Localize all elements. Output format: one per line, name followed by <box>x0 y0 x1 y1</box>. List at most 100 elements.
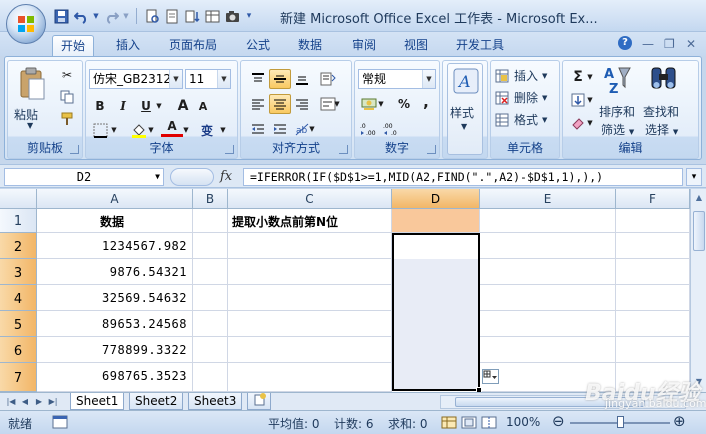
cell-e4[interactable] <box>480 285 616 311</box>
chevron-down-icon[interactable]: ▼ <box>218 120 228 140</box>
help-icon[interactable]: ? <box>618 36 632 50</box>
column-header-e[interactable]: E <box>480 189 616 209</box>
undo-icon[interactable] <box>72 7 90 25</box>
increase-decimal-icon[interactable]: .0.00 <box>358 119 380 139</box>
restore-icon[interactable]: ❐ <box>664 37 675 51</box>
zoom-out-icon[interactable]: ⊖ <box>552 412 565 430</box>
dialog-launcher-icon[interactable] <box>70 145 79 154</box>
row-header-4[interactable]: 4 <box>0 285 37 311</box>
tab-formulas[interactable]: 公式 <box>246 35 270 56</box>
column-header-c[interactable]: C <box>228 189 392 209</box>
name-box[interactable]: D2 ▼ <box>4 168 164 186</box>
chevron-down-icon[interactable]: ▼ <box>146 120 156 140</box>
cell-a7[interactable]: 698765.3523 <box>37 363 193 392</box>
row-header-3[interactable]: 3 <box>0 259 37 285</box>
row-header-1[interactable]: 1 <box>0 209 37 233</box>
cell-b3[interactable] <box>193 259 228 285</box>
cell-e5[interactable] <box>480 311 616 337</box>
chevron-down-icon[interactable]: ▼ <box>307 119 317 139</box>
decrease-decimal-icon[interactable]: .00.0 <box>381 119 403 139</box>
sheet-tab-2[interactable]: Sheet2 <box>129 393 184 410</box>
phonetic-guide-button[interactable]: 变 <box>196 120 218 140</box>
chevron-down-icon[interactable]: ▼ <box>92 7 100 25</box>
minimize-icon[interactable]: — <box>642 37 654 51</box>
select-all-button[interactable] <box>0 189 37 209</box>
row-header-7[interactable]: 7 <box>0 363 37 392</box>
decrease-indent-icon[interactable] <box>247 119 269 139</box>
cell-e6[interactable] <box>480 337 616 363</box>
cell-b5[interactable] <box>193 311 228 337</box>
column-header-b[interactable]: B <box>193 189 228 209</box>
cell-d1[interactable] <box>392 209 480 233</box>
first-sheet-icon[interactable]: |◀ <box>4 395 18 409</box>
last-sheet-icon[interactable]: ▶| <box>46 395 60 409</box>
cell-f6[interactable] <box>616 337 690 363</box>
sort-filter-label-1[interactable]: 排序和 <box>599 103 635 120</box>
insert-cells-button[interactable]: 插入 ▼ <box>495 67 547 84</box>
copy-icon[interactable] <box>56 87 78 107</box>
cell-c5[interactable] <box>228 311 392 337</box>
page-break-view-icon[interactable] <box>481 416 497 429</box>
next-sheet-icon[interactable]: ▶ <box>32 395 46 409</box>
zoom-level[interactable]: 100% <box>506 415 540 429</box>
cell-e2[interactable] <box>480 233 616 259</box>
document-icon[interactable] <box>163 7 181 25</box>
font-name-select[interactable]: 仿宋_GB2312 ▼ <box>89 69 183 89</box>
cell-a4[interactable]: 32569.54632 <box>37 285 193 311</box>
cell-f4[interactable] <box>616 285 690 311</box>
formula-input[interactable]: =IFERROR(IF($D$1>=1,MID(A2,FIND(".",A2)-… <box>243 168 683 186</box>
macro-record-icon[interactable] <box>52 415 68 429</box>
column-header-a[interactable]: A <box>37 189 193 209</box>
styles-button[interactable]: A 样式 ▼ <box>447 63 483 155</box>
cell-f5[interactable] <box>616 311 690 337</box>
dialog-launcher-icon[interactable] <box>339 145 348 154</box>
chevron-down-icon[interactable]: ▼ <box>585 90 595 110</box>
cell-b2[interactable] <box>193 233 228 259</box>
increase-indent-icon[interactable] <box>269 119 291 139</box>
paste-button[interactable]: 粘贴 <box>14 106 38 123</box>
comma-button[interactable]: , <box>415 92 437 112</box>
formula-bar-splitter[interactable] <box>170 168 214 186</box>
worksheet-grid[interactable]: A B C D E F 1 2 3 4 5 6 7 数据 提取小数点前第N位 1… <box>0 189 690 392</box>
chevron-down-icon[interactable]: ▼ <box>109 120 119 140</box>
cell-c1[interactable]: 提取小数点前第N位 <box>228 209 392 233</box>
cell-a2[interactable]: 1234567.982 <box>37 233 193 259</box>
cell-c6[interactable] <box>228 337 392 363</box>
number-format-select[interactable]: 常规 ▼ <box>358 69 436 89</box>
tab-data[interactable]: 数据 <box>298 35 322 56</box>
grow-font-button[interactable]: A <box>172 96 194 116</box>
row-header-2[interactable]: 2 <box>0 233 37 259</box>
borders-icon[interactable] <box>89 120 111 140</box>
format-painter-icon[interactable] <box>56 109 78 129</box>
tab-view[interactable]: 视图 <box>404 35 428 56</box>
column-header-f[interactable]: F <box>616 189 690 209</box>
vertical-scroll-thumb[interactable] <box>693 211 705 251</box>
print-preview-icon[interactable] <box>143 7 161 25</box>
cell-b4[interactable] <box>193 285 228 311</box>
sheet-tab-1[interactable]: Sheet1 <box>70 393 125 410</box>
grid-icon[interactable] <box>203 7 221 25</box>
sort-filter-icon[interactable]: A Z <box>603 65 631 95</box>
active-cell-d2[interactable] <box>394 235 478 259</box>
shrink-font-button[interactable]: A <box>192 96 214 116</box>
cell-a1[interactable]: 数据 <box>37 209 193 233</box>
selected-range-d2-d7[interactable] <box>392 233 480 391</box>
tab-page-layout[interactable]: 页面布局 <box>169 35 217 56</box>
cell-c7[interactable] <box>228 363 392 392</box>
zoom-in-icon[interactable]: ⊕ <box>673 412 686 430</box>
customize-qat-icon[interactable]: ▾ <box>243 7 255 25</box>
dialog-launcher-icon[interactable] <box>225 145 234 154</box>
align-left-icon[interactable] <box>247 94 269 114</box>
cell-a3[interactable]: 9876.54321 <box>37 259 193 285</box>
cell-e3[interactable] <box>480 259 616 285</box>
row-header-5[interactable]: 5 <box>0 311 37 337</box>
delete-cells-button[interactable]: 删除 ▼ <box>495 89 547 106</box>
align-top-icon[interactable] <box>247 69 269 89</box>
font-size-select[interactable]: 11 ▼ <box>185 69 231 89</box>
camera-icon[interactable] <box>223 7 241 25</box>
tab-review[interactable]: 审阅 <box>352 35 376 56</box>
normal-view-icon[interactable] <box>441 416 457 429</box>
scroll-up-icon[interactable]: ▲ <box>693 193 705 205</box>
cell-b6[interactable] <box>193 337 228 363</box>
redo-icon[interactable] <box>102 7 120 25</box>
